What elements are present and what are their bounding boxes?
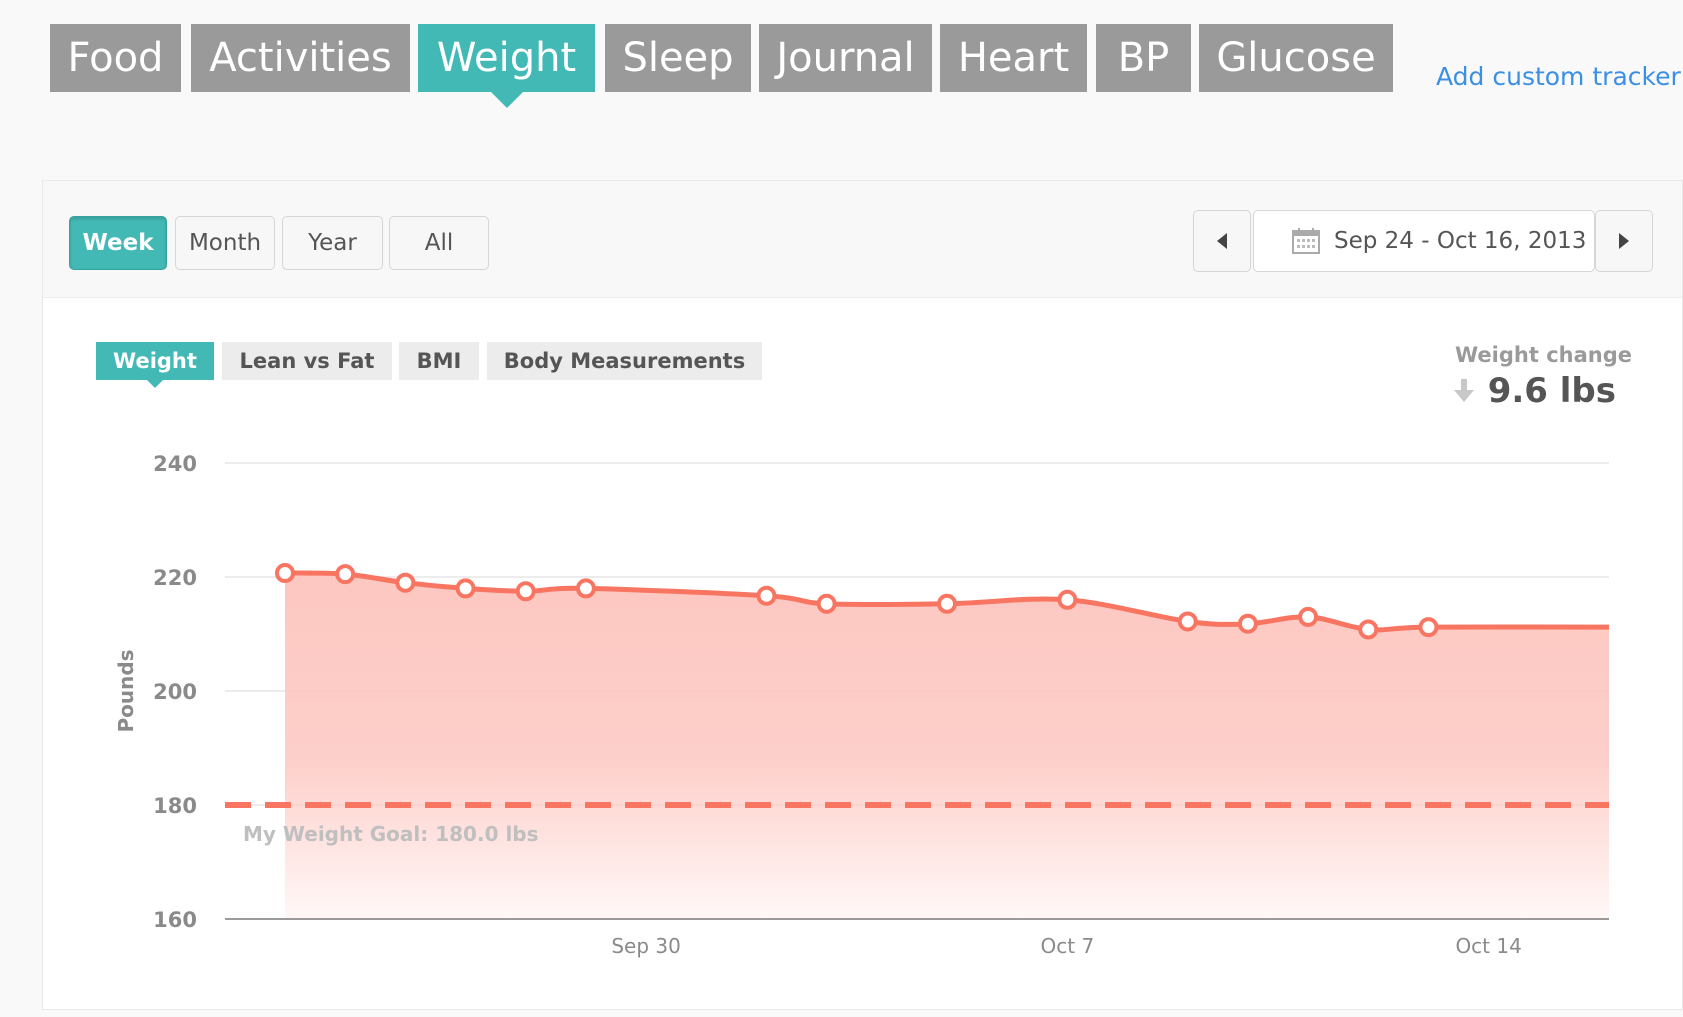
x-tick-label: Sep 30 <box>611 934 681 958</box>
weight-area <box>285 573 1609 919</box>
data-point <box>756 585 777 606</box>
tab-journal[interactable]: Journal <box>759 24 932 92</box>
data-point <box>1358 619 1379 640</box>
data-point <box>335 564 356 585</box>
data-point <box>575 578 596 599</box>
y-axis-label: Pounds <box>114 649 138 732</box>
tab-food[interactable]: Food <box>50 24 181 92</box>
x-tick-label: Oct 14 <box>1455 934 1521 958</box>
y-tick-label: 180 <box>153 794 197 818</box>
weight-chart: 160 180 200 220 240 Pounds My Weight Goal: 180… <box>114 452 1610 958</box>
data-point <box>455 578 476 599</box>
data-point <box>515 581 536 602</box>
data-point <box>275 563 295 584</box>
tab-bp[interactable]: BP <box>1096 24 1191 92</box>
data-point <box>937 593 957 614</box>
data-point <box>816 593 837 614</box>
goal-label: My Weight Goal: 180.0 lbs <box>243 822 539 846</box>
data-point <box>1237 613 1258 634</box>
tab-heart[interactable]: Heart <box>940 24 1087 92</box>
y-tick-label: 240 <box>153 452 197 476</box>
data-point <box>1418 617 1439 638</box>
add-custom-tracker-link[interactable]: Add custom tracker <box>1436 62 1681 91</box>
tab-sleep[interactable]: Sleep <box>605 24 751 92</box>
tab-activities[interactable]: Activities <box>191 24 410 92</box>
tab-glucose[interactable]: Glucose <box>1199 24 1393 92</box>
y-tick-label: 220 <box>153 566 197 590</box>
weight-panel: Week Month Year All Sep 24 - Oct 16, 2013 W… <box>42 180 1683 1010</box>
data-point <box>395 572 416 593</box>
data-point <box>1298 606 1319 627</box>
x-tick-label: Oct 7 <box>1041 934 1095 958</box>
data-point <box>1057 589 1078 610</box>
tab-weight[interactable]: Weight <box>418 24 595 108</box>
y-tick-label: 160 <box>153 908 197 932</box>
y-tick-label: 200 <box>153 680 197 704</box>
data-point <box>1177 611 1198 632</box>
